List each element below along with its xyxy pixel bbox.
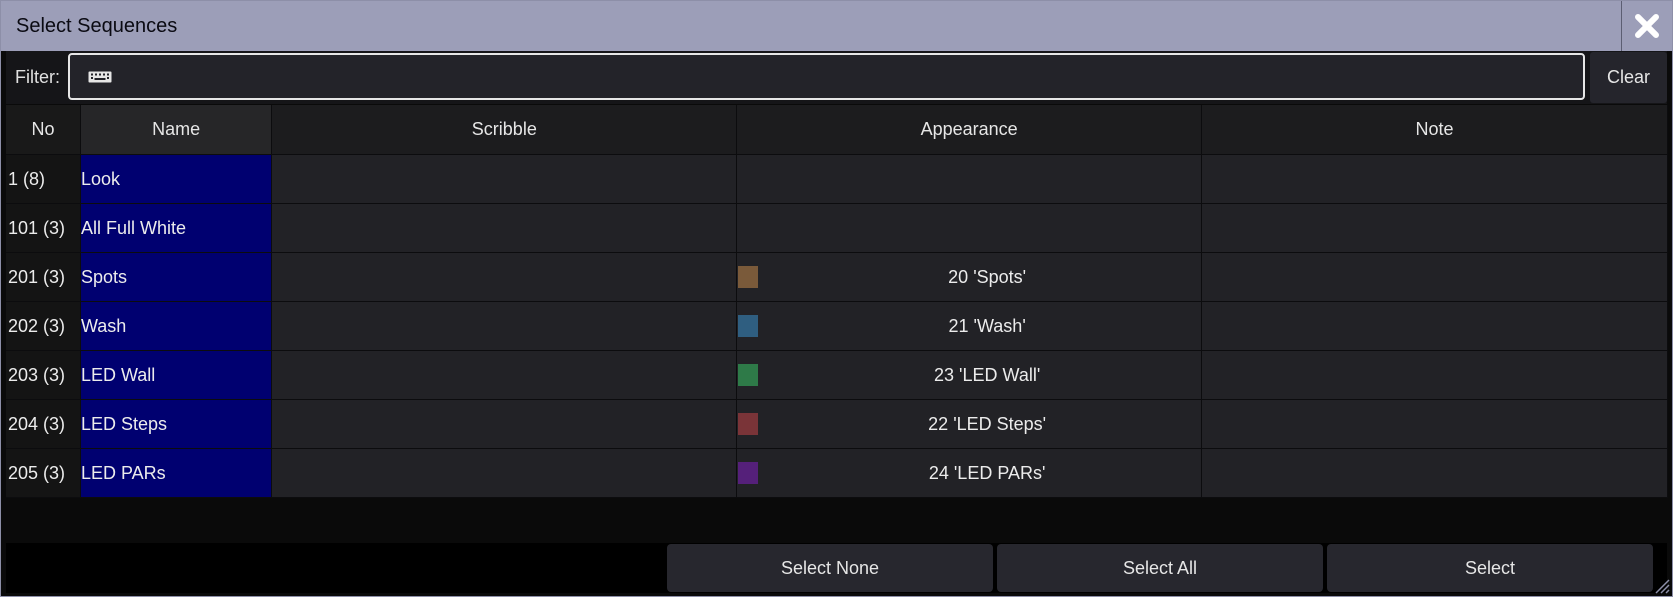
appearance-color-swatch [738,266,759,288]
cell-note[interactable] [1201,399,1668,449]
cell-appearance[interactable] [736,154,1203,204]
cell-appearance[interactable]: 23 'LED Wall' [736,350,1203,400]
cell-appearance[interactable]: 21 'Wash' [736,301,1203,351]
appearance-color-swatch [738,315,759,337]
resize-grip-icon[interactable] [1654,578,1670,594]
table-row[interactable]: 203 (3) LED Wall 23 'LED Wall' [6,350,1668,400]
table-row[interactable]: 201 (3) Spots 20 'Spots' [6,252,1668,302]
cell-scribble[interactable] [271,301,738,351]
appearance-label: 21 'Wash' [948,315,1026,336]
clear-button[interactable]: Clear [1590,52,1667,103]
cell-appearance[interactable] [736,203,1203,253]
appearance-color-swatch [738,462,759,484]
filter-label: Filter: [15,67,60,87]
table-row[interactable]: 204 (3) LED Steps 22 'LED Steps' [6,399,1668,449]
appearance-label: 24 'LED PARs' [928,462,1046,483]
cell-appearance[interactable]: 24 'LED PARs' [736,448,1203,498]
column-header-scribble[interactable]: Scribble [271,105,738,155]
close-button[interactable] [1621,1,1672,51]
select-none-button[interactable]: Select None [667,544,993,592]
cell-no[interactable]: 205 (3) [6,448,81,498]
appearance-color-swatch [738,413,759,435]
column-header-name[interactable]: Name [80,105,273,155]
cell-name[interactable]: LED Steps [80,399,273,449]
cell-note[interactable] [1201,301,1668,351]
close-icon [1635,14,1659,38]
cell-no[interactable]: 1 (8) [6,154,81,204]
cell-no[interactable]: 203 (3) [6,350,81,400]
cell-note[interactable] [1201,350,1668,400]
cell-scribble[interactable] [271,252,738,302]
keyboard-icon[interactable] [88,71,112,83]
sequences-table: No Name Scribble Appearance Note 1 (8) Lo… [6,105,1668,498]
cell-appearance[interactable]: 20 'Spots' [736,252,1203,302]
cell-note[interactable] [1201,154,1668,204]
dialog-title: Select Sequences [16,15,178,37]
cell-no[interactable]: 201 (3) [6,252,81,302]
cell-appearance[interactable]: 22 'LED Steps' [736,399,1203,449]
cell-note[interactable] [1201,448,1668,498]
appearance-color-swatch [738,364,759,386]
footer-bar: Select None Select All Select [6,543,1667,593]
cell-no[interactable]: 202 (3) [6,301,81,351]
cell-scribble[interactable] [271,350,738,400]
column-header-no[interactable]: No [6,105,81,155]
appearance-label: 20 'Spots' [948,266,1027,287]
cell-scribble[interactable] [271,154,738,204]
cell-no[interactable]: 101 (3) [6,203,81,253]
cell-name[interactable]: Wash [80,301,273,351]
select-sequences-dialog: Select Sequences Filter: Clear No Name S… [0,0,1673,597]
cell-no[interactable]: 204 (3) [6,399,81,449]
filter-row: Filter: Clear [6,51,1667,104]
appearance-label: 23 'LED Wall' [934,364,1041,385]
select-all-button[interactable]: Select All [997,544,1323,592]
cell-name[interactable]: Spots [80,252,273,302]
cell-scribble[interactable] [271,448,738,498]
filter-input[interactable] [68,53,1585,100]
select-button[interactable]: Select [1327,544,1653,592]
cell-name[interactable]: Look [80,154,273,204]
cell-name[interactable]: All Full White [80,203,273,253]
cell-name[interactable]: LED Wall [80,350,273,400]
column-header-note[interactable]: Note [1201,105,1668,155]
table-row[interactable]: 101 (3) All Full White [6,203,1668,253]
table-header-row: No Name Scribble Appearance Note [6,105,1668,155]
cell-scribble[interactable] [271,203,738,253]
column-header-appearance[interactable]: Appearance [736,105,1203,155]
cell-name[interactable]: LED PARs [80,448,273,498]
appearance-label: 22 'LED Steps' [928,413,1047,434]
table-row[interactable]: 202 (3) Wash 21 'Wash' [6,301,1668,351]
table-row[interactable]: 1 (8) Look [6,154,1668,204]
cell-note[interactable] [1201,203,1668,253]
title-bar[interactable]: Select Sequences [1,1,1672,51]
cell-scribble[interactable] [271,399,738,449]
table-row[interactable]: 205 (3) LED PARs 24 'LED PARs' [6,448,1668,498]
cell-note[interactable] [1201,252,1668,302]
